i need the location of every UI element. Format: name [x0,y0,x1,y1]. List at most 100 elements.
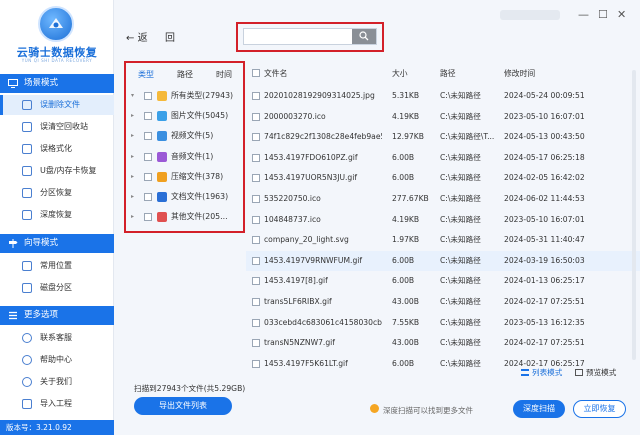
row-checkbox[interactable] [252,153,260,162]
sidebar-item-deep[interactable]: 深度恢复 [0,205,114,225]
deep-scan-tip: 深度扫描可以找到更多文件 [383,406,473,415]
row-checkbox[interactable] [252,339,260,348]
row-checkbox[interactable] [252,195,260,203]
scan-summary: 扫描到27943个文件(共5.29GB) [134,384,246,393]
export-list-button[interactable]: 导出文件列表 [134,397,232,415]
preview-mode-toggle[interactable]: 预览模式 [575,367,616,378]
sidebar-item-format[interactable]: 误格式化 [0,139,114,159]
section-title: 向导模式 [24,238,59,248]
sidebar-item-disk-partition[interactable]: 磁盘分区 [0,278,114,298]
recover-now-button[interactable]: 立即恢复 [573,400,626,418]
row-checkbox[interactable] [252,318,260,327]
maximize-icon[interactable]: ☐ [598,8,608,21]
file-size: 6.00B [392,358,415,368]
close-icon[interactable]: ✕ [617,8,626,21]
table-row[interactable]: 033cebd4c683061c4158030cb... 7.55KB C:\未知路… [246,313,640,334]
table-row[interactable]: 20201028192909314025.jpg 5.31KB C:\未知路径 202… [246,86,640,107]
sidebar-item-common-locations[interactable]: 常用位置 [0,256,114,276]
partition-icon [22,188,32,198]
headset-icon [22,333,32,343]
sidebar-item-label: 常用位置 [40,261,72,270]
file-time: 2023-05-13 16:12:35 [504,317,585,327]
sidebar-item-label: 误清空回收站 [40,122,88,131]
row-checkbox[interactable] [252,256,260,265]
column-header-path[interactable]: 路径 [440,68,456,79]
section-title: 更多选项 [24,310,59,320]
file-name: trans5LF6RIBX.gif [264,297,332,306]
file-path: C:\未知路径 [440,214,481,224]
sidebar-item-label: 误删除文件 [40,100,80,109]
sidebar-item-usb[interactable]: U盘/内存卡恢复 [0,161,114,181]
minimize-icon[interactable]: — [578,8,589,21]
file-path: C:\未知路径 [440,91,481,100]
sidebar-item-about[interactable]: 关于我们 [0,372,114,392]
file-name: transN5NZNW7.gif [264,338,335,348]
arrow-left-icon: ← [126,33,135,44]
row-checkbox[interactable] [252,133,260,142]
file-name: 1453.4197V9RNWFUM.gif [264,255,363,265]
sidebar-item-label: 关于我们 [40,377,72,386]
table-row[interactable]: 1453.4197UOR5N3JU.gif 6.00B C:\未知路径 2024-02… [246,168,640,189]
column-header-name[interactable]: 文件名 [264,68,287,79]
back-label: 返 [137,33,148,44]
sidebar-item-label: 导入工程 [40,399,72,408]
table-row[interactable]: company_20_light.svg 1.97KB C:\未知路径 2024-05… [246,230,640,251]
back-button[interactable]: ← 返 [126,29,148,44]
file-size: 43.00B [392,297,419,306]
file-path: C:\未知路径 [440,338,481,348]
table-row[interactable]: 2000003270.ico 4.19KB C:\未知路径 2023-05-10 16… [246,107,640,128]
file-name: company_20_light.svg [264,235,349,245]
file-name: 1453.4197FDO610PZ.gif [264,152,358,162]
table-row[interactable]: 1453.4197V9RNWFUM.gif 6.00B C:\未知路径 2024-03… [246,250,640,272]
list-mode-label: 列表模式 [532,368,563,377]
row-checkbox[interactable] [252,215,260,224]
row-checkbox[interactable] [252,236,260,245]
sidebar: 云骑士数据恢复 YUN QI SHI DATA RECOVERY 场景模式 误删… [0,0,114,435]
sidebar-item-label: 分区恢复 [40,188,72,197]
row-checkbox[interactable] [252,174,260,183]
row-checkbox[interactable] [252,112,260,121]
scrollbar[interactable] [632,70,636,360]
table-row[interactable]: transN5NZNW7.gif 43.00B C:\未知路径 2024-02-17 … [246,333,640,354]
file-path: C:\未知路径\T... [440,132,495,142]
select-all-checkbox[interactable] [252,69,260,77]
row-checkbox[interactable] [252,277,260,286]
row-checkbox[interactable] [252,92,260,100]
file-name: 20201028192909314025.jpg [264,91,375,100]
sidebar-item-label: U盘/内存卡恢复 [40,166,97,175]
column-header-time[interactable]: 修改时间 [504,68,535,79]
file-size: 4.19KB [392,111,420,121]
file-time: 2024-01-13 06:25:17 [504,276,585,286]
file-name: 74f1c829c2f1308c28e4feb9ae5... [264,132,382,142]
list-mode-toggle[interactable]: 列表模式 [521,367,562,378]
row-checkbox[interactable] [252,359,260,368]
file-size: 277.67KB [392,194,429,203]
file-path: C:\未知路径 [440,276,481,286]
table-row[interactable]: 1453.4197FDO610PZ.gif 6.00B C:\未知路径 2024-05… [246,148,640,169]
row-checkbox[interactable] [252,298,260,306]
sidebar-item-recycle-bin[interactable]: 误清空回收站 [0,117,114,137]
tree-highlight-box [124,61,245,233]
file-name: 033cebd4c683061c4158030cb... [264,317,382,327]
table-row[interactable]: 104848737.ico 4.19KB C:\未知路径 2023-05-10 16:… [246,210,640,231]
deep-scan-button[interactable]: 深度扫描 [513,400,565,418]
column-header-size[interactable]: 大小 [392,68,408,79]
table-row[interactable]: 535220750.ico 277.67KB C:\未知路径 2024-06-02 1… [246,189,640,210]
table-row[interactable]: 1453.4197[8].gif 6.00B C:\未知路径 2024-01-13 0… [246,271,640,292]
table-row[interactable]: trans5LF6RIBX.gif 43.00B C:\未知路径 2024-02-17… [246,292,640,313]
sidebar-item-contact[interactable]: 联系客服 [0,328,114,348]
info-tip-icon [370,404,379,413]
sidebar-item-partition[interactable]: 分区恢复 [0,183,114,203]
deep-recovery-icon [22,210,32,220]
signpost-icon [9,239,18,248]
sidebar-item-label: 深度恢复 [40,210,72,219]
file-path: C:\未知路径 [440,152,481,162]
sidebar-item-help[interactable]: 帮助中心 [0,350,114,370]
home-button[interactable]: 回 [165,29,175,44]
table-row[interactable]: 74f1c829c2f1308c28e4feb9ae5... 12.97KB C:\… [246,127,640,148]
version-label: 版本号：3.21.0.92 [0,420,114,435]
file-size: 6.00B [392,173,415,183]
sidebar-item-deleted-files[interactable]: 误删除文件 [0,95,114,115]
sidebar-item-import[interactable]: 导入工程 [0,394,114,414]
usb-icon [22,166,32,176]
